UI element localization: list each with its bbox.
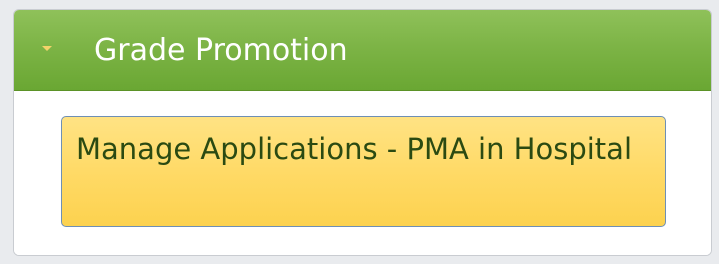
chevron-down-icon xyxy=(42,46,52,51)
panel-body: Manage Applications - PMA in Hospital xyxy=(14,91,711,255)
panel-header-grade-promotion[interactable]: Grade Promotion xyxy=(14,10,711,91)
panel-title: Grade Promotion xyxy=(94,33,348,68)
menu-item-manage-applications-pma[interactable]: Manage Applications - PMA in Hospital xyxy=(61,116,666,227)
grade-promotion-panel: Grade Promotion Manage Applications - PM… xyxy=(13,9,712,256)
